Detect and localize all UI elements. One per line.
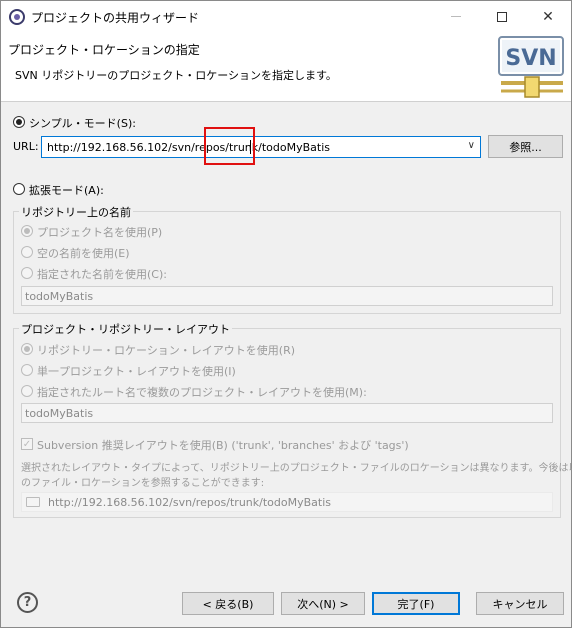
svn-logo-text: SVN <box>505 46 556 71</box>
wizard-banner: プロジェクト・ロケーションの指定 SVN リポジトリーのプロジェクト・ロケーショ… <box>1 32 571 102</box>
result-path-field: http://192.168.56.102/svn/repos/trunk/to… <box>21 492 553 512</box>
layout-note-line2: のファイル・ロケーションを参照することができます: <box>21 478 265 489</box>
use-specified-name-label: 指定された名前を使用(C): <box>37 268 167 281</box>
advanced-mode-label[interactable]: 拡張モード(A): <box>29 182 104 198</box>
use-empty-name-radio[interactable] <box>21 246 33 258</box>
simple-mode-label[interactable]: シンプル・モード(S): <box>29 115 136 131</box>
root-name-field[interactable]: todoMyBatis <box>21 403 553 423</box>
url-combobox[interactable]: http://192.168.56.102/svn/repos/trunk/to… <box>41 136 481 158</box>
url-input-text[interactable]: http://192.168.56.102/svn/repos/trunk/to… <box>47 141 330 154</box>
subversion-layout-label: Subversion 推奨レイアウトを使用(B) ('trunk', 'bran… <box>37 439 409 452</box>
back-button[interactable]: < 戻る(B) <box>182 592 274 615</box>
window-title: プロジェクトの共用ウィザード <box>31 11 200 25</box>
subversion-layout-checkbox[interactable]: ✓ <box>21 438 33 450</box>
location-layout-label: リポジトリー・ロケーション・レイアウトを使用(R) <box>37 344 296 357</box>
use-empty-name-label: 空の名前を使用(E) <box>37 247 130 260</box>
minimize-button[interactable] <box>433 1 479 32</box>
chevron-down-icon[interactable]: ∨ <box>468 140 475 151</box>
repository-name-legend: リポジトリー上の名前 <box>19 204 133 220</box>
use-project-name-radio[interactable] <box>21 225 33 237</box>
checkmark-icon: ✓ <box>22 438 32 450</box>
browse-button[interactable]: 参照... <box>488 135 563 158</box>
multi-project-layout-radio[interactable] <box>21 385 33 397</box>
minimize-icon <box>451 16 461 17</box>
result-path-text: http://192.168.56.102/svn/repos/trunk/to… <box>48 495 331 509</box>
single-project-layout-radio[interactable] <box>21 364 33 376</box>
location-layout-radio[interactable] <box>21 343 33 355</box>
banner-title: プロジェクト・ロケーションの指定 <box>8 43 200 57</box>
layout-note-line1: 選択されたレイアウト・タイプによって、リポジトリー上のプロジェクト・ファイルのロ… <box>21 463 572 474</box>
maximize-button[interactable] <box>479 1 525 32</box>
repository-layout-legend: プロジェクト・リポジトリー・レイアウト <box>19 321 232 337</box>
simple-mode-radio[interactable] <box>13 116 25 128</box>
single-project-layout-label: 単一プロジェクト・レイアウトを使用(I) <box>37 365 236 378</box>
specified-name-field[interactable]: todoMyBatis <box>21 286 553 306</box>
multi-project-layout-label: 指定されたルート名で複数のプロジェクト・レイアウトを使用(M): <box>37 386 367 399</box>
use-specified-name-radio[interactable] <box>21 267 33 279</box>
close-button[interactable]: ✕ <box>525 1 571 32</box>
eclipse-app-icon <box>9 9 25 25</box>
wizard-window: プロジェクトの共用ウィザード ✕ プロジェクト・ロケーションの指定 SVN リポ… <box>0 0 572 628</box>
trunk-highlight-box <box>204 127 255 165</box>
help-icon[interactable]: ? <box>17 592 38 613</box>
folder-icon <box>26 497 40 507</box>
title-bar: プロジェクトの共用ウィザード ✕ <box>1 1 571 32</box>
url-label: URL: <box>13 140 39 153</box>
advanced-mode-radio[interactable] <box>13 183 25 195</box>
svn-logo-icon: SVN <box>498 36 564 98</box>
maximize-icon <box>497 11 507 22</box>
use-project-name-label: プロジェクト名を使用(P) <box>37 226 163 239</box>
next-button[interactable]: 次へ(N) > <box>281 592 365 615</box>
close-icon: ✕ <box>542 8 554 25</box>
finish-button[interactable]: 完了(F) <box>372 592 460 615</box>
cancel-button[interactable]: キャンセル <box>476 592 564 615</box>
banner-description: SVN リポジトリーのプロジェクト・ロケーションを指定します。 <box>15 69 337 82</box>
